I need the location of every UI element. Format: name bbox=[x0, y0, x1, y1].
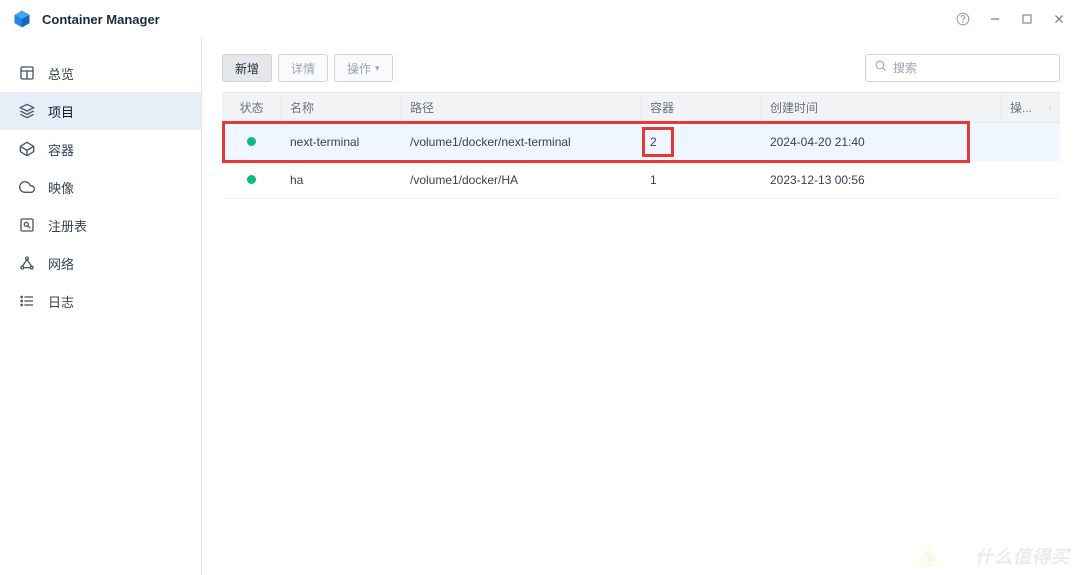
header-status[interactable]: 状态 bbox=[222, 93, 282, 122]
cloud-icon bbox=[18, 178, 36, 196]
app-title: Container Manager bbox=[42, 12, 954, 27]
minimize-button[interactable] bbox=[986, 10, 1004, 28]
sidebar: 总览 项目 容器 映像 注册表 bbox=[0, 38, 202, 575]
sidebar-item-label: 映像 bbox=[48, 178, 74, 197]
cell-container: 1 bbox=[642, 161, 762, 198]
list-icon bbox=[18, 292, 36, 310]
cell-action bbox=[1002, 161, 1060, 198]
watermark-text: 什么值得买 bbox=[975, 543, 1070, 569]
header-created[interactable]: 创建时间 bbox=[762, 93, 1002, 122]
sidebar-item-registry[interactable]: 注册表 bbox=[0, 206, 201, 244]
content-area: 新增 详情 操作 ▾ 状态 名称 路径 容器 创建时间 操... bbox=[202, 38, 1080, 575]
cell-action bbox=[1002, 123, 1060, 160]
projects-table: 状态 名称 路径 容器 创建时间 操... next-terminal /vol… bbox=[222, 92, 1060, 199]
close-button[interactable] bbox=[1050, 10, 1068, 28]
layers-icon bbox=[18, 102, 36, 120]
sidebar-item-log[interactable]: 日志 bbox=[0, 282, 201, 320]
table-row[interactable]: ha /volume1/docker/HA 1 2023-12-13 00:56 bbox=[222, 161, 1060, 199]
header-name[interactable]: 名称 bbox=[282, 93, 402, 122]
sidebar-item-overview[interactable]: 总览 bbox=[0, 54, 201, 92]
cell-created: 2024-04-20 21:40 bbox=[762, 123, 1002, 160]
maximize-button[interactable] bbox=[1018, 10, 1036, 28]
sidebar-item-label: 容器 bbox=[48, 140, 74, 159]
cell-path: /volume1/docker/next-terminal bbox=[402, 123, 642, 160]
table-row[interactable]: next-terminal /volume1/docker/next-termi… bbox=[222, 123, 1060, 161]
cube-icon bbox=[18, 140, 36, 158]
network-icon bbox=[18, 254, 36, 272]
cell-created: 2023-12-13 00:56 bbox=[762, 161, 1002, 198]
search-input[interactable] bbox=[893, 61, 1051, 75]
watermark-icon: 👍 bbox=[915, 544, 940, 569]
header-path[interactable]: 路径 bbox=[402, 93, 642, 122]
cell-path: /volume1/docker/HA bbox=[402, 161, 642, 198]
header-more-icon[interactable] bbox=[1040, 93, 1060, 122]
action-button-label: 操作 bbox=[347, 60, 371, 77]
toolbar: 新增 详情 操作 ▾ bbox=[222, 54, 1060, 82]
registry-icon bbox=[18, 216, 36, 234]
status-dot-running-icon bbox=[247, 175, 256, 184]
app-icon bbox=[12, 9, 32, 29]
search-box[interactable] bbox=[865, 54, 1060, 82]
help-button[interactable] bbox=[954, 10, 972, 28]
header-action[interactable]: 操... bbox=[1002, 93, 1040, 122]
sidebar-item-label: 网络 bbox=[48, 254, 74, 273]
sidebar-item-label: 日志 bbox=[48, 292, 74, 311]
sidebar-item-label: 总览 bbox=[48, 64, 74, 83]
dashboard-icon bbox=[18, 64, 36, 82]
add-button[interactable]: 新增 bbox=[222, 54, 272, 82]
sidebar-item-image[interactable]: 映像 bbox=[0, 168, 201, 206]
sidebar-item-network[interactable]: 网络 bbox=[0, 244, 201, 282]
status-dot-running-icon bbox=[247, 137, 256, 146]
cell-name: ha bbox=[282, 161, 402, 198]
sidebar-item-label: 项目 bbox=[48, 102, 74, 121]
title-bar: Container Manager bbox=[0, 0, 1080, 38]
cell-status bbox=[222, 161, 282, 198]
cell-name: next-terminal bbox=[282, 123, 402, 160]
header-container[interactable]: 容器 bbox=[642, 93, 762, 122]
search-icon bbox=[874, 59, 887, 77]
sidebar-item-container[interactable]: 容器 bbox=[0, 130, 201, 168]
cell-status bbox=[222, 123, 282, 160]
detail-button[interactable]: 详情 bbox=[278, 54, 328, 82]
chevron-down-icon: ▾ bbox=[375, 63, 380, 74]
sidebar-item-project[interactable]: 项目 bbox=[0, 92, 201, 130]
action-button[interactable]: 操作 ▾ bbox=[334, 54, 393, 82]
cell-container: 2 bbox=[642, 123, 762, 160]
sidebar-item-label: 注册表 bbox=[48, 216, 87, 235]
window-controls bbox=[954, 10, 1068, 28]
table-header: 状态 名称 路径 容器 创建时间 操... bbox=[222, 93, 1060, 123]
